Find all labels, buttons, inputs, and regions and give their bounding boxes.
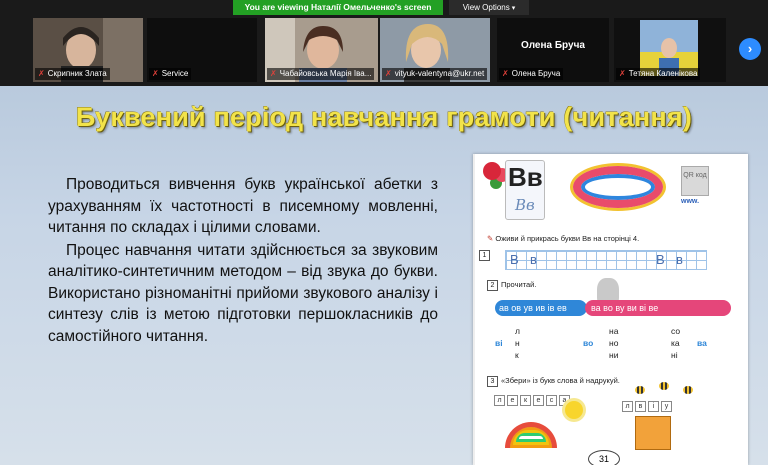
mic-muted-icon: ✗	[270, 69, 277, 78]
syllable-row-2: ва во ву ви ві ве	[585, 300, 731, 316]
script-letter: Вв	[515, 196, 535, 214]
top-banner: You are viewing Наталії Омельченко's scr…	[0, 0, 768, 15]
participant-name: ✗ vityuk-valentyna@ukr.net	[382, 68, 488, 80]
page-number: 31	[588, 450, 620, 465]
participant-display-name: Олена Бруча	[521, 40, 585, 51]
letter-wreath-illustration	[573, 166, 663, 208]
letter-tiles-right: лвіу	[621, 400, 673, 413]
mic-muted-icon: ✗	[38, 69, 45, 78]
textbook-page-image: Вв Вв QR код www. ✎ Оживи й прикрась бук…	[473, 154, 748, 465]
slide-paragraph: Процес навчання читати здійснюється за з…	[48, 241, 438, 345]
view-options-label: View Options	[462, 3, 510, 12]
slide-paragraph: Проводиться вивчення букв української аб…	[48, 176, 438, 236]
shared-slide: Буквений період навчання грамоти (читанн…	[0, 86, 768, 465]
task-3: 3 «Збери» із букв слова й надрукуй.	[487, 376, 620, 387]
participant-name: ✗ Скрипник Злата	[35, 68, 110, 80]
participant-name: ✗ Чабайовська Марія Іва...	[267, 68, 375, 80]
participant-tile[interactable]: ✗ Чабайовська Марія Іва...	[265, 18, 378, 82]
mic-muted-icon: ✗	[152, 69, 159, 78]
participant-tile[interactable]: ✗ Скрипник Злата	[33, 18, 143, 82]
flower-decoration	[483, 162, 501, 180]
syllable-row-1: ав ов ув ив ів ев	[495, 300, 587, 316]
pencil-icon: ✎	[487, 234, 494, 243]
participant-tile[interactable]: ✗ vityuk-valentyna@ukr.net	[380, 18, 490, 82]
participant-tile[interactable]: ✗ Service	[147, 18, 257, 82]
beehive-illustration	[635, 416, 671, 450]
rainbow-illustration	[505, 422, 557, 448]
task-1-number: 1	[479, 250, 493, 261]
chevron-down-icon: ▾	[511, 5, 516, 12]
letter-tiles-left: лекеса	[493, 394, 571, 407]
task-1: ✎ Оживи й прикрась букви Вв на сторінці …	[487, 234, 640, 243]
bee-icon	[683, 386, 693, 394]
letter-heading: Вв	[508, 162, 543, 192]
viewing-indicator: You are viewing Наталії Омельченко's scr…	[233, 0, 443, 15]
bee-icon	[659, 382, 669, 390]
participant-tile[interactable]: Олена Бруча ✗ Олена Бруча	[497, 18, 609, 82]
participant-name: ✗ Олена Бруча	[499, 68, 564, 80]
participant-name: ✗ Service	[149, 68, 192, 80]
handwriting-grid: ВвВв	[505, 250, 707, 270]
task-2: 2 Прочитай.	[487, 280, 536, 291]
mic-muted-icon: ✗	[385, 69, 392, 78]
slide-body: Проводиться вивчення букв української аб…	[48, 174, 438, 347]
www-label: www.	[681, 198, 700, 205]
view-options-button[interactable]: View Options ▾	[449, 0, 529, 15]
chevron-right-icon: ›	[747, 41, 753, 56]
next-participants-button[interactable]: ›	[739, 38, 761, 60]
bee-icon	[635, 386, 645, 394]
participant-tile[interactable]: ✗ Тетяна Каленікова	[614, 18, 726, 82]
sun-illustration	[565, 401, 583, 419]
mic-muted-icon: ✗	[502, 69, 509, 78]
participant-name: ✗ Тетяна Каленікова	[616, 68, 701, 80]
mic-muted-icon: ✗	[619, 69, 626, 78]
qr-code: QR код	[681, 166, 709, 196]
slide-title: Буквений період навчання грамоти (читанн…	[75, 102, 693, 132]
